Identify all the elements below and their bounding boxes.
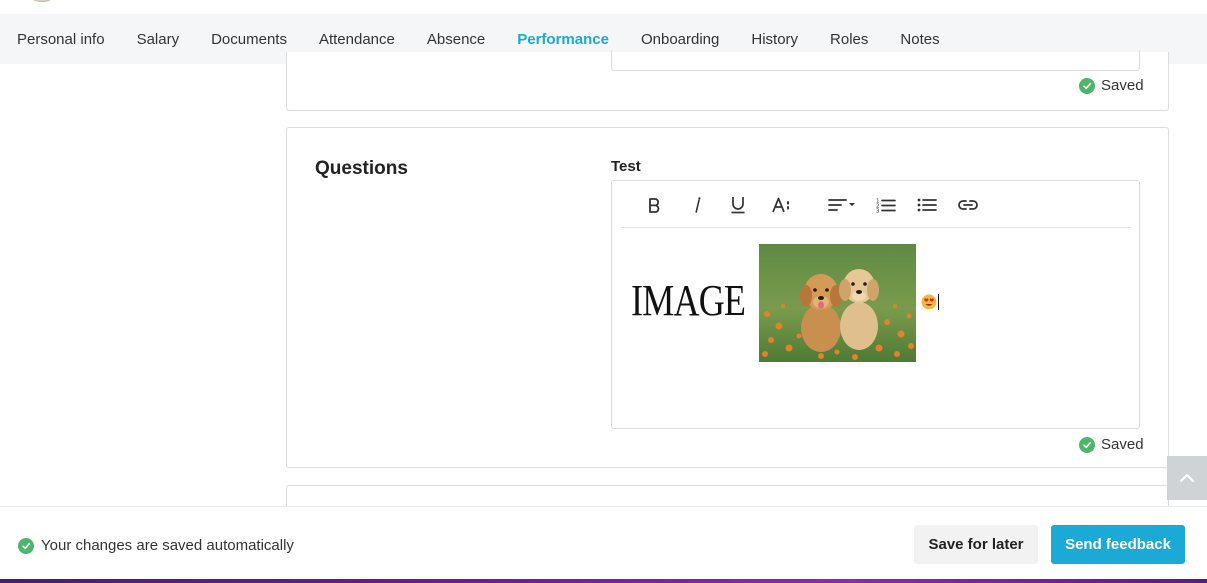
rich-text-editor[interactable]: 123 IMAGE: [611, 180, 1140, 429]
questions-card: Questions Test 123 IMAGE Saved: [286, 127, 1169, 468]
check-icon: [1079, 436, 1095, 453]
saved-status: Saved: [1079, 77, 1144, 94]
align-icon[interactable]: [825, 193, 861, 217]
link-icon[interactable]: [953, 193, 983, 217]
saved-status: Saved: [1079, 436, 1144, 453]
font-size-icon[interactable]: [767, 193, 797, 217]
field-label: Test: [611, 158, 641, 175]
editor-toolbar: 123: [621, 181, 1131, 228]
top-strip: [0, 0, 1207, 14]
chevron-up-icon: [1180, 469, 1194, 487]
scroll-to-top-button[interactable]: [1167, 456, 1207, 500]
tab-salary[interactable]: Salary: [121, 14, 196, 64]
puppies-photo: [759, 244, 916, 362]
previous-question-card: Saved: [286, 50, 1169, 111]
tab-personal-info[interactable]: Personal info: [1, 14, 121, 64]
bullet-list-icon[interactable]: [912, 193, 942, 217]
auto-save-notice: Your changes are saved automatically: [18, 537, 294, 554]
underline-icon[interactable]: [723, 193, 753, 217]
image-text-graphic: IMAGE: [631, 276, 746, 325]
svg-text:3: 3: [876, 209, 880, 214]
avatar: [28, 0, 56, 2]
send-feedback-button[interactable]: Send feedback: [1051, 525, 1185, 564]
text-cursor: [938, 294, 939, 310]
editor-content[interactable]: IMAGE: [612, 229, 1139, 428]
italic-icon[interactable]: [682, 193, 712, 217]
bold-icon[interactable]: [639, 193, 669, 217]
saved-label: Saved: [1101, 77, 1144, 94]
check-icon: [1079, 77, 1095, 94]
ordered-list-icon[interactable]: 123: [871, 193, 901, 217]
previous-editor[interactable]: [611, 50, 1140, 71]
check-icon: [18, 537, 34, 554]
heart-eyes-emoji: [921, 294, 937, 310]
auto-save-message: Your changes are saved automatically: [41, 537, 294, 554]
taskbar-strip: [0, 579, 1207, 583]
save-for-later-button[interactable]: Save for later: [914, 525, 1038, 564]
footer-bar: Your changes are saved automatically Sav…: [0, 506, 1207, 583]
section-title: Questions: [315, 158, 408, 179]
saved-label: Saved: [1101, 436, 1144, 453]
